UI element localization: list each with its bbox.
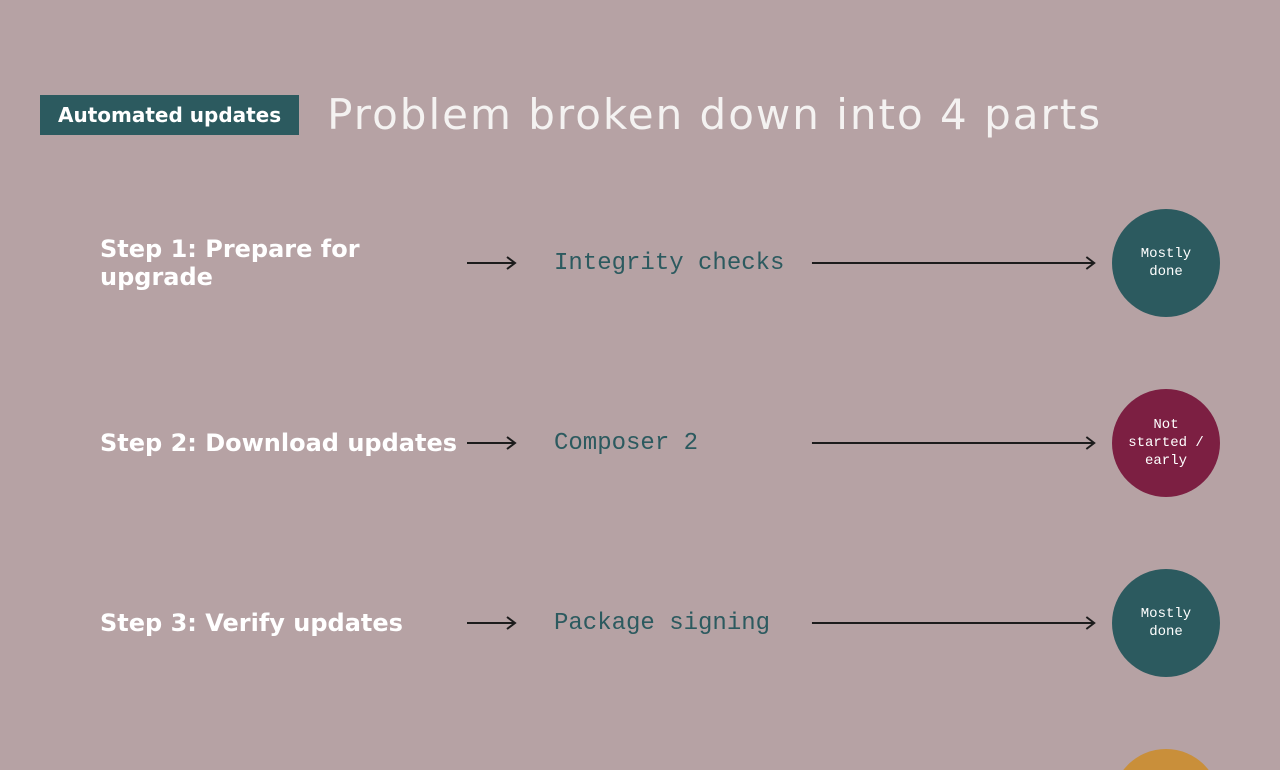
steps-list: Step 1: Prepare for upgrade Integrity ch… [40,209,1240,770]
slide-header: Automated updates Problem broken down in… [40,90,1240,139]
step-label: Step 2: Download updates [100,429,460,457]
arrow-right-icon [460,254,530,272]
arrow-right-icon [460,434,530,452]
step-row: Step 1: Prepare for upgrade Integrity ch… [100,209,1240,317]
arrow-right-icon [810,434,1104,452]
solution-label: Package signing [530,610,810,637]
slide: Automated updates Problem broken down in… [0,0,1280,770]
category-badge: Automated updates [40,95,299,135]
step-label: Step 1: Prepare for upgrade [100,235,460,291]
step-label: Step 3: Verify updates [100,609,460,637]
step-row: Step 3: Verify updates Package signing M… [100,569,1240,677]
status-badge: Mostly done [1112,209,1220,317]
solution-label: Composer 2 [530,430,810,457]
status-badge: Mostly done [1112,569,1220,677]
status-badge: Not started / early [1112,389,1220,497]
arrow-right-icon [810,254,1104,272]
slide-title: Problem broken down into 4 parts [327,90,1102,139]
step-row: Step 2: Download updates Composer 2 Not … [100,389,1240,497]
solution-label: Integrity checks [530,250,810,277]
arrow-right-icon [810,614,1104,632]
arrow-right-icon [460,614,530,632]
status-badge: In progress [1112,749,1220,770]
step-row: Step 4: Switch to new updates Custom boo… [100,749,1240,770]
